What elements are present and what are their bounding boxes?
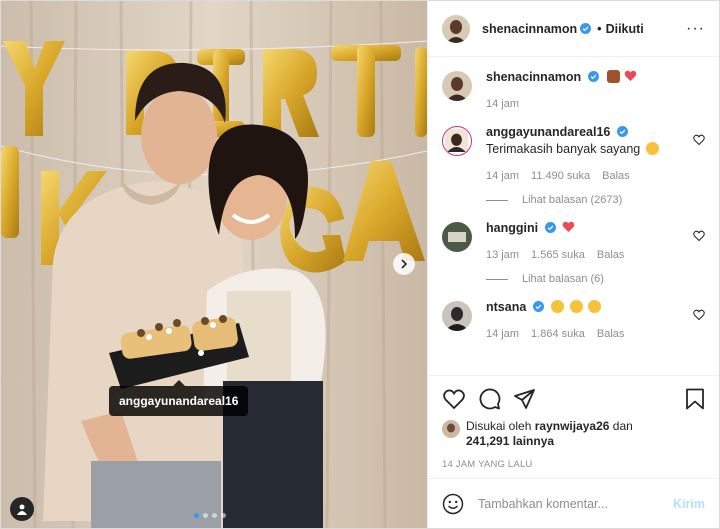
post-timestamp[interactable]: 14 JAM YANG LALU	[442, 459, 705, 470]
comment-time: 13 jam	[486, 249, 520, 261]
liked-by-prefix: Disukai oleh	[466, 419, 532, 433]
verified-badge-icon	[616, 126, 628, 137]
comment-time: 14 jam	[486, 328, 520, 340]
reply-button[interactable]: Balas	[597, 249, 625, 261]
verified-badge-icon	[532, 301, 544, 312]
heart-eyes-emoji-icon	[569, 300, 583, 313]
cake-emoji-icon	[607, 70, 621, 83]
comment-username[interactable]: hanggini	[486, 221, 538, 235]
share-paper-plane-icon[interactable]	[513, 388, 536, 410]
heart-eyes-emoji-icon	[588, 300, 602, 313]
carousel-dot	[203, 513, 208, 518]
comment-likes[interactable]: 1.565 suka	[531, 249, 585, 261]
divider-line	[486, 199, 508, 201]
verified-badge-icon	[587, 71, 599, 82]
caption: shenacinnamon 14 jam	[442, 69, 705, 110]
verified-badge-icon	[544, 222, 556, 233]
view-replies-button[interactable]: Lihat balasan (6)	[486, 273, 705, 285]
carousel-dot	[212, 513, 217, 518]
post-actions: Disukai oleh raynwijaya26 dan 241,291 la…	[428, 375, 719, 478]
like-comment-heart-icon[interactable]	[693, 230, 705, 242]
divider-line	[486, 278, 508, 280]
comment-input[interactable]	[478, 496, 674, 511]
emoji-picker-icon[interactable]	[442, 493, 464, 515]
red-heart-emoji-icon	[562, 221, 575, 232]
red-heart-emoji-icon	[624, 70, 636, 81]
comment-item: ntsana 14 jam 1.864 suka Balas	[442, 299, 705, 340]
more-options-icon[interactable]: ···	[686, 20, 705, 38]
show-tags-button[interactable]	[10, 497, 34, 521]
avatar[interactable]	[442, 71, 472, 101]
carousel-next-button[interactable]	[393, 253, 415, 275]
add-comment-bar: Kirim	[428, 478, 719, 528]
likes-count[interactable]: 241,291 lainnya	[466, 434, 554, 448]
avatar[interactable]	[442, 126, 472, 156]
carousel-indicator	[194, 513, 226, 518]
instagram-post: anggayunandareal16 shenacinnamon • Diiku…	[0, 0, 720, 529]
post-comment-button[interactable]: Kirim	[673, 497, 705, 511]
view-replies-label: Lihat balasan (2673)	[522, 194, 623, 206]
post-header: shenacinnamon • Diikuti ···	[428, 1, 719, 57]
user-tag-label[interactable]: anggayunandareal16	[109, 380, 249, 416]
avatar[interactable]	[442, 14, 470, 43]
comment-text: Terimakasih banyak sayang	[486, 142, 641, 156]
author-username[interactable]: shenacinnamon	[482, 22, 577, 36]
carousel-dot-active	[194, 513, 199, 518]
like-comment-heart-icon[interactable]	[693, 134, 705, 146]
smiling-hearts-emoji-icon	[645, 142, 659, 155]
caption-time: 14 jam	[486, 98, 520, 110]
avatar[interactable]	[442, 222, 472, 252]
liked-by-user[interactable]: raynwijaya26	[535, 419, 610, 433]
like-comment-heart-icon[interactable]	[693, 309, 705, 321]
comment-likes[interactable]: 11.490 suka	[531, 170, 590, 182]
comment-item: anggayunandareal16 Terimakasih banyak sa…	[442, 124, 705, 182]
reply-button[interactable]: Balas	[597, 328, 625, 340]
view-replies-label: Lihat balasan (6)	[522, 273, 604, 285]
reply-button[interactable]: Balas	[602, 170, 630, 182]
post-photo[interactable]: anggayunandareal16	[1, 1, 427, 528]
liked-by: Disukai oleh raynwijaya26 dan 241,291 la…	[442, 419, 705, 449]
view-replies-button[interactable]: Lihat balasan (2673)	[486, 194, 705, 206]
comment-bubble-icon[interactable]	[478, 388, 501, 411]
follow-status-button[interactable]: Diikuti	[606, 22, 644, 36]
person-icon	[17, 504, 27, 515]
post-side-panel: shenacinnamon • Diikuti ··· shenacinnamo…	[427, 1, 719, 528]
liked-by-connector: dan	[612, 419, 633, 433]
avatar[interactable]	[442, 420, 460, 438]
comment-likes[interactable]: 1.864 suka	[531, 328, 585, 340]
bookmark-save-icon[interactable]	[685, 388, 705, 410]
comment-item: hanggini 13 jam 1.565 suka Balas	[442, 220, 705, 261]
avatar[interactable]	[442, 301, 472, 331]
carousel-dot	[221, 513, 226, 518]
separator-dot: •	[597, 21, 602, 36]
comments-list[interactable]: shenacinnamon 14 jam anggayunandareal16	[428, 57, 719, 375]
comment-time: 14 jam	[486, 170, 520, 182]
heart-eyes-emoji-icon	[551, 300, 565, 313]
chevron-right-icon	[401, 259, 408, 269]
photo-scene	[1, 1, 427, 528]
caption-username[interactable]: shenacinnamon	[486, 70, 581, 84]
comment-username[interactable]: ntsana	[486, 300, 526, 314]
verified-badge-icon	[580, 23, 592, 34]
comment-username[interactable]: anggayunandareal16	[486, 125, 610, 139]
like-heart-icon[interactable]	[442, 388, 466, 410]
